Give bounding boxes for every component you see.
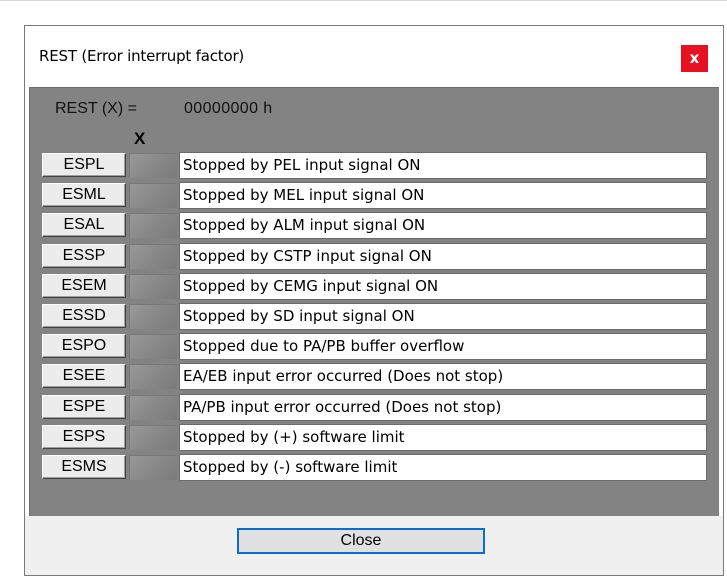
bit-code-button[interactable]: ESPE — [42, 394, 126, 419]
bit-status-indicator — [129, 334, 177, 360]
bit-description: PA/PB input error occurred (Does not sto… — [179, 393, 707, 421]
bit-status-indicator — [129, 424, 177, 450]
bit-status-indicator — [129, 273, 177, 299]
bit-list: ESPL Stopped by PEL input signal ON ESML… — [42, 152, 708, 484]
bit-row: ESEM Stopped by CEMG input signal ON — [42, 272, 708, 301]
axis-column-header: X — [134, 129, 146, 148]
screen-top-edge — [0, 0, 727, 1]
close-button[interactable]: Close — [237, 528, 485, 554]
bit-status-indicator — [129, 454, 177, 480]
bit-description: Stopped by CSTP input signal ON — [179, 242, 707, 270]
bit-description: Stopped by SD input signal ON — [179, 302, 707, 330]
bit-code-button[interactable]: ESSP — [42, 243, 126, 268]
bit-row: ESMS Stopped by (-) software limit — [42, 453, 708, 482]
bit-description: Stopped by ALM input signal ON — [179, 212, 707, 240]
bit-status-indicator — [129, 183, 177, 209]
bit-status-indicator — [129, 153, 177, 178]
bit-code-button[interactable]: ESEE — [42, 364, 126, 389]
bit-code-button[interactable]: ESPS — [42, 424, 126, 449]
title-bar[interactable]: REST (Error interrupt factor) x — [25, 26, 723, 87]
bit-description: Stopped by PEL input signal ON — [179, 152, 707, 179]
bit-row: ESAL Stopped by ALM input signal ON — [42, 212, 708, 240]
bit-code-button[interactable]: ESML — [42, 183, 126, 208]
bit-description: Stopped by CEMG input signal ON — [179, 272, 707, 300]
bit-status-indicator — [129, 394, 177, 420]
bit-description: Stopped by (+) software limit — [179, 423, 707, 451]
close-icon[interactable]: x — [681, 45, 708, 72]
bit-row: ESPL Stopped by PEL input signal ON — [42, 152, 708, 180]
window-title: REST (Error interrupt factor) — [39, 47, 245, 65]
bit-row: ESSP Stopped by CSTP input signal ON — [42, 242, 708, 271]
bit-status-indicator — [129, 213, 177, 239]
bit-status-indicator — [129, 243, 177, 269]
register-value: 00000000 h — [184, 100, 273, 117]
bit-row: ESML Stopped by MEL input signal ON — [42, 182, 708, 210]
bit-row: ESPO Stopped due to PA/PB buffer overflo… — [42, 333, 708, 361]
bit-row: ESEE EA/EB input error occurred (Does no… — [42, 363, 708, 391]
bit-code-button[interactable]: ESEM — [42, 273, 126, 298]
dialog-footer: Close — [25, 516, 723, 575]
rest-dialog: REST (Error interrupt factor) x REST (X)… — [24, 25, 724, 576]
bit-status-indicator — [129, 364, 177, 390]
bit-code-button[interactable]: ESPL — [42, 153, 126, 177]
bit-row: ESPS Stopped by (+) software limit — [42, 423, 708, 452]
bit-row: ESPE PA/PB input error occurred (Does no… — [42, 393, 708, 422]
bit-row: ESSD Stopped by SD input signal ON — [42, 302, 708, 331]
bit-code-button[interactable]: ESPO — [42, 334, 126, 359]
bit-code-button[interactable]: ESAL — [42, 213, 126, 238]
register-label: REST (X) = — [55, 100, 137, 117]
register-panel: REST (X) = 00000000 h X ESPL Stopped by … — [29, 87, 719, 516]
bit-code-button[interactable]: ESMS — [42, 454, 126, 479]
bit-description: Stopped due to PA/PB buffer overflow — [179, 333, 707, 361]
bit-description: Stopped by MEL input signal ON — [179, 182, 707, 210]
bit-description: Stopped by (-) software limit — [179, 453, 707, 481]
bit-status-indicator — [129, 303, 177, 329]
bit-code-button[interactable]: ESSD — [42, 303, 126, 328]
bit-description: EA/EB input error occurred (Does not sto… — [179, 363, 707, 391]
